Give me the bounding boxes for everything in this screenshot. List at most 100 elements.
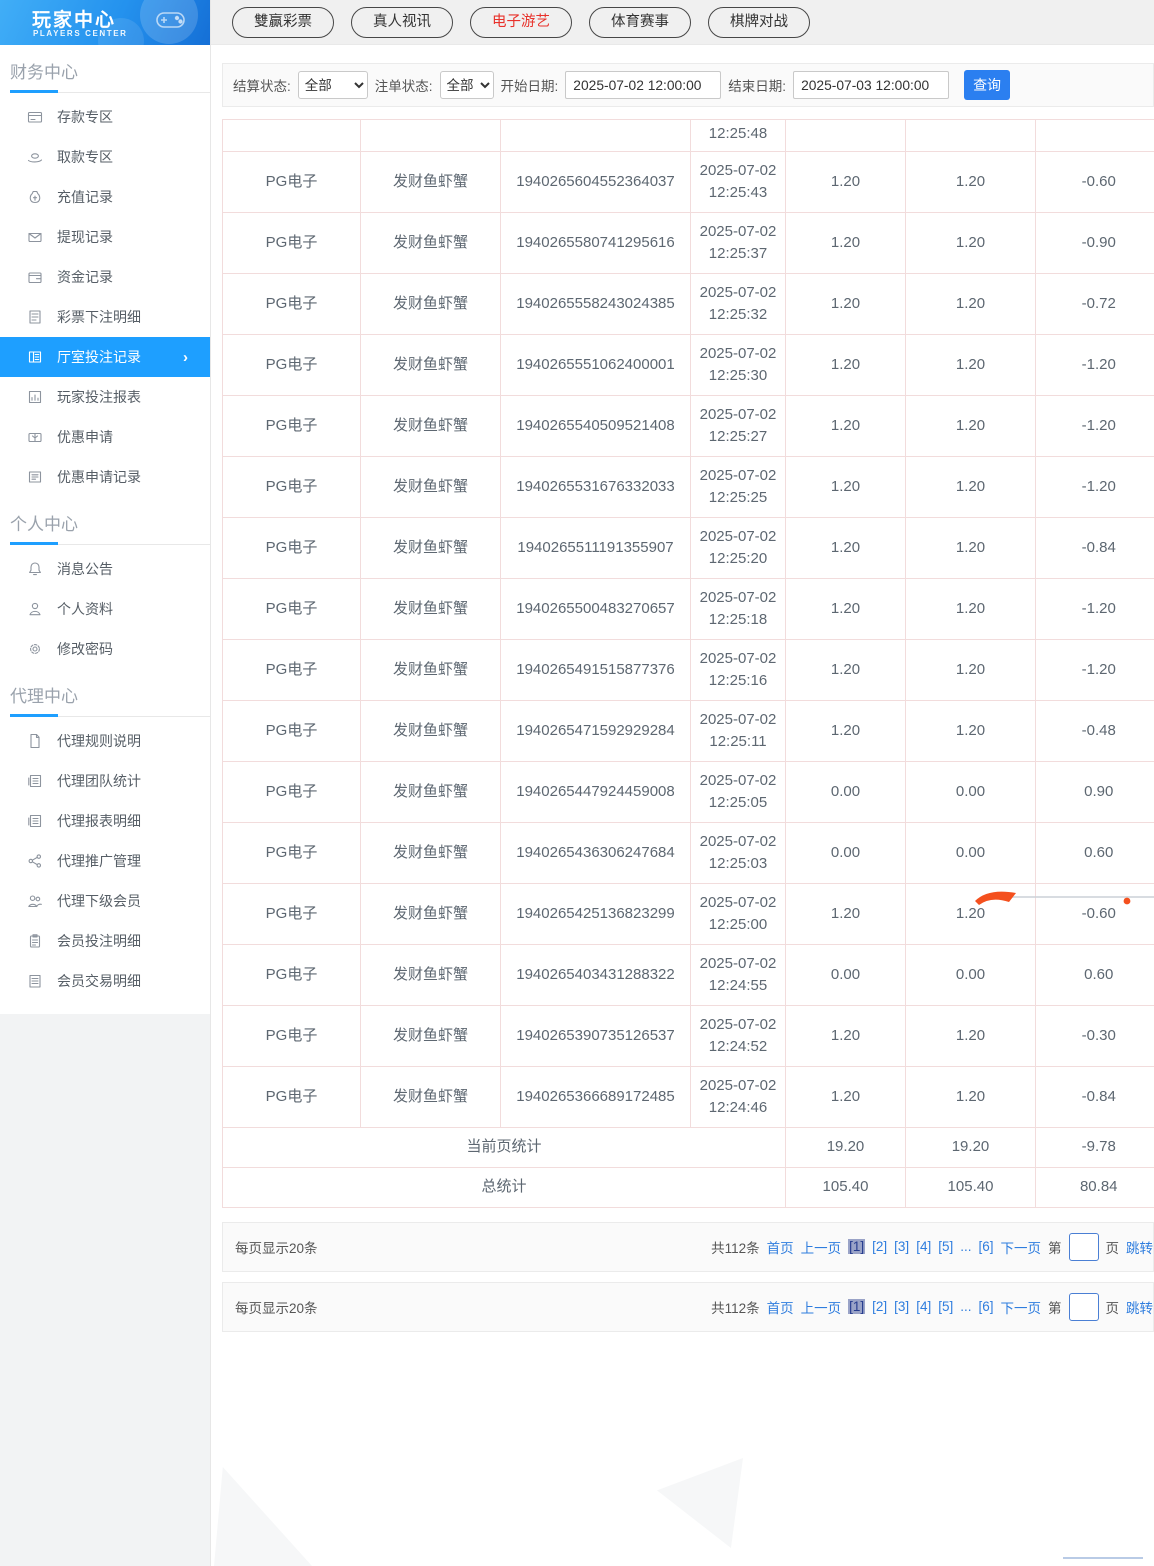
sidebar-item-label: 优惠申请记录	[57, 469, 141, 485]
cell-bet	[785, 119, 906, 152]
table-row: PG电子 发财鱼虾蟹 1940265425136823299 2025-07-02 12…	[222, 882, 1154, 945]
sidebar-item[interactable]: 存款专区	[0, 97, 210, 137]
team-stats-icon	[27, 773, 43, 789]
page-link[interactable]: [6]	[978, 1299, 993, 1314]
cell-game: 发财鱼虾蟹	[360, 394, 501, 457]
sidebar-item[interactable]: 代理团队统计	[0, 761, 210, 801]
sidebar-item[interactable]: 优惠申请	[0, 417, 210, 457]
withdraw-icon	[27, 149, 43, 165]
cell-profit: -0.90	[1035, 211, 1154, 274]
sidebar-item-label: 代理报表明细	[57, 813, 141, 829]
page-link[interactable]: [3]	[894, 1239, 909, 1254]
prev-page-link[interactable]: 上一页	[801, 1297, 842, 1317]
tab-game-category[interactable]: 真人视讯	[351, 6, 453, 38]
sidebar-item[interactable]: 代理下级会员	[0, 881, 210, 921]
jump-button[interactable]: 跳转	[1126, 1237, 1153, 1257]
page-link[interactable]: [4]	[916, 1299, 931, 1314]
sidebar-item[interactable]: 优惠申请记录	[0, 457, 210, 497]
sidebar-item[interactable]: 玩家投注报表	[0, 377, 210, 417]
sidebar-item[interactable]: 消息公告	[0, 549, 210, 589]
sidebar-section-title: 财务中心	[10, 63, 78, 82]
next-page-link[interactable]: 下一页	[1001, 1237, 1042, 1257]
page-link[interactable]: [2]	[872, 1239, 887, 1254]
cell-valid-bet: 1.20	[905, 638, 1036, 701]
table-row-partial: 12:25:48	[222, 119, 1154, 152]
tab-active[interactable]: 电子游艺	[470, 6, 572, 38]
table-row: PG电子 发财鱼虾蟹 1940265558243024385 2025-07-02 12…	[222, 272, 1154, 335]
cell-vendor	[222, 119, 361, 152]
cell-order: 1940265500483270657	[500, 577, 691, 640]
first-page-link[interactable]: 首页	[767, 1237, 794, 1257]
prev-page-link[interactable]: 上一页	[801, 1237, 842, 1257]
settle-status-label: 结算状态:	[233, 79, 291, 94]
sidebar-item[interactable]: 资金记录	[0, 257, 210, 297]
cell-time: 2025-07-02 12:25:03	[690, 821, 786, 884]
sidebar-item[interactable]: 会员交易明细	[0, 961, 210, 1001]
sidebar-item[interactable]: 取款专区	[0, 137, 210, 177]
order-status-select[interactable]: 全部	[439, 71, 494, 99]
cell-bet: 0.00	[785, 943, 906, 1006]
jump-button[interactable]: 跳转	[1126, 1297, 1153, 1317]
page-link[interactable]: [4]	[916, 1239, 931, 1254]
cell-game: 发财鱼虾蟹	[360, 1065, 501, 1128]
query-button[interactable]: 查询	[964, 70, 1011, 100]
cell-valid-bet: 1.20	[905, 150, 1036, 213]
sidebar-item[interactable]: 厅室投注记录 ›	[0, 337, 210, 377]
sidebar-item[interactable]: 代理报表明细	[0, 801, 210, 841]
page-link[interactable]: [5]	[938, 1299, 953, 1314]
cell-profit: 0.60	[1035, 821, 1154, 884]
jump-page-input[interactable]	[1068, 1292, 1099, 1321]
start-date-input[interactable]	[565, 71, 722, 99]
cell-time: 2025-07-02 12:25:11	[690, 699, 786, 762]
cell-time: 2025-07-02 12:25:25	[690, 455, 786, 518]
cell-order	[500, 119, 691, 152]
page-link-current[interactable]: [1]	[848, 1239, 866, 1255]
grand-total-valid: 105.40	[905, 1166, 1036, 1208]
cell-order: 1940265511191355907	[500, 516, 691, 579]
filter-bar: 结算状态: 全部 注单状态: 全部 开始日期: 结束日期: 查询	[222, 63, 1154, 107]
bets-table-stats: 当前页统计 19.20 19.20 -9.78 总统计 105.40 105.4…	[222, 1126, 1154, 1208]
page-link[interactable]: [6]	[978, 1239, 993, 1254]
page-link[interactable]: [3]	[894, 1299, 909, 1314]
cell-vendor: PG电子	[222, 150, 361, 213]
member-trans-icon	[27, 973, 43, 989]
sidebar-item[interactable]: 充值记录	[0, 177, 210, 217]
cell-bet: 1.20	[785, 1065, 906, 1128]
cell-profit: -1.20	[1035, 394, 1154, 457]
page-link-current[interactable]: [1]	[848, 1299, 866, 1315]
sidebar-item[interactable]: 提现记录	[0, 217, 210, 257]
sidebar-item[interactable]: 会员投注明细	[0, 921, 210, 961]
cell-profit	[1035, 119, 1154, 152]
settle-status-select[interactable]: 全部	[297, 71, 368, 99]
cell-time: 2025-07-02 12:25:16	[690, 638, 786, 701]
first-page-link[interactable]: 首页	[767, 1297, 794, 1317]
sidebar-item[interactable]: 个人资料	[0, 589, 210, 629]
end-date-input[interactable]	[793, 71, 950, 99]
page-total-profit: -9.78	[1035, 1126, 1154, 1168]
sidebar-item[interactable]: 代理规则说明	[0, 721, 210, 761]
cell-profit: -1.20	[1035, 638, 1154, 701]
sidebar-item[interactable]: 修改密码	[0, 629, 210, 669]
sidebar-item[interactable]: 代理推广管理	[0, 841, 210, 881]
jump-page-input[interactable]	[1068, 1232, 1099, 1261]
logo: 玩家中心 PLAYERS CENTER	[0, 0, 210, 45]
cell-vendor: PG电子	[222, 516, 361, 579]
jump-suffix-label: 页	[1105, 1300, 1120, 1316]
bell-icon	[27, 561, 43, 577]
tab-game-category[interactable]: 体育赛事	[589, 6, 691, 38]
cell-bet: 0.00	[785, 821, 906, 884]
sidebar-item-label: 玩家投注报表	[57, 389, 141, 405]
cell-valid-bet: 1.20	[905, 1004, 1036, 1067]
cell-valid-bet: 1.20	[905, 699, 1036, 762]
next-page-link[interactable]: 下一页	[1001, 1297, 1042, 1317]
chevron-right-icon: ›	[183, 348, 188, 366]
sidebar-item[interactable]: 彩票下注明细	[0, 297, 210, 337]
per-page-label: 每页显示20条	[235, 1240, 318, 1256]
tab-game-category[interactable]: 雙赢彩票	[232, 6, 334, 38]
tab-game-category[interactable]: 棋牌对战	[708, 6, 810, 38]
cell-vendor: PG电子	[222, 821, 361, 884]
cell-vendor: PG电子	[222, 882, 361, 945]
cell-game: 发财鱼虾蟹	[360, 882, 501, 945]
page-link[interactable]: [5]	[938, 1239, 953, 1254]
page-link[interactable]: [2]	[872, 1299, 887, 1314]
